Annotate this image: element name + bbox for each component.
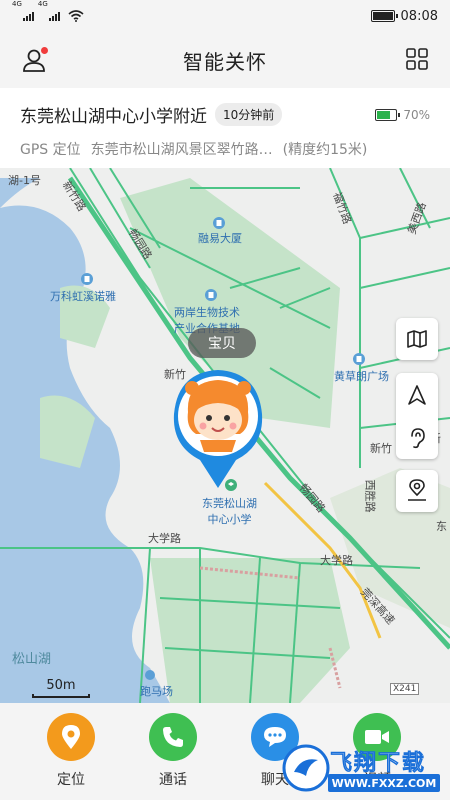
location-info-card: 东莞松山湖中心小学附近 10分钟前 70% GPS 定位 东莞市松山湖风景区翠竹…: [0, 88, 450, 168]
wifi-icon: [68, 10, 84, 22]
tab-call[interactable]: 通话: [143, 713, 203, 789]
map-label: 湖-1号: [8, 174, 41, 187]
poi-huangcao: 黄草朗广场: [334, 353, 389, 384]
building-icon: [81, 273, 93, 285]
poi-label: 黄草朗广场: [334, 370, 389, 383]
call-button[interactable]: [149, 713, 197, 761]
locate-button[interactable]: [47, 713, 95, 761]
child-location-marker[interactable]: [170, 368, 266, 490]
lake-label: 松山湖: [12, 652, 52, 667]
baby-name-tag[interactable]: 宝贝: [188, 328, 256, 358]
map-view[interactable]: 湖-1号 新竹路 畅园路 福竹路 美西路 融易大厦 万科虹溪诺雅 两岸生物技术 …: [0, 168, 450, 703]
notification-dot: [41, 47, 48, 54]
poi-school: 东莞松山湖 中心小学: [202, 479, 257, 527]
poi-racecourse: 跑马场: [140, 670, 173, 699]
watermark-url: WWW.FXXZ.COM: [328, 774, 440, 792]
watermark-logo-icon: [282, 744, 330, 792]
battery-icon: [370, 10, 398, 22]
building-icon: [213, 217, 225, 229]
location-icon: [62, 725, 80, 749]
tab-locate[interactable]: 定位: [41, 713, 101, 789]
navigate-button[interactable]: [396, 373, 438, 416]
location-accuracy: (精度约15米): [282, 142, 368, 158]
watermark: 飞翔下载 WWW.FXXZ.COM: [282, 742, 444, 796]
watermark-text: 飞翔下载: [330, 751, 427, 777]
battery-percent: 70%: [403, 107, 430, 122]
road-label: 大学路: [320, 554, 353, 567]
poi-label: 中心小学: [207, 513, 252, 526]
time-ago-badge: 10分钟前: [215, 103, 283, 126]
status-bar: 4G 4G 08:08: [0, 0, 450, 32]
scale-bar: [32, 694, 90, 698]
map-scale: 50m: [32, 678, 90, 698]
navigation-arrow-icon: [408, 384, 426, 405]
signal-icon: [48, 11, 60, 21]
building-icon: [353, 353, 365, 365]
phone-icon: [163, 727, 183, 747]
road-label: 新竹: [370, 442, 392, 455]
apps-menu-button[interactable]: [406, 48, 428, 70]
network-type-1: 4G: [12, 0, 22, 8]
landmark-icon: [145, 670, 155, 680]
location-name: 东莞松山湖中心小学附近: [20, 107, 207, 127]
location-source: GPS 定位: [20, 142, 81, 158]
app-header: 智能关怀: [0, 32, 450, 88]
profile-button[interactable]: [20, 46, 50, 76]
poi-wanke: 万科虹溪诺雅: [50, 273, 116, 304]
signal-icon: [22, 11, 34, 21]
poi-label: 万科虹溪诺雅: [50, 290, 116, 303]
poi-label: 东莞松山湖: [202, 497, 257, 510]
map-tools-group: [396, 373, 438, 459]
location-address: 东莞市松山湖风景区翠竹路…: [90, 142, 273, 158]
child-avatar-pin-icon: [173, 370, 263, 488]
app-screen: 4G 4G 08:08 智能关怀 东莞松山湖中心小学附近 10分钟前 70% G…: [0, 0, 450, 800]
scale-label: 50m: [46, 678, 76, 693]
road-label: 大学路: [148, 532, 181, 545]
poi-label: 跑马场: [140, 685, 173, 698]
network-type-2: 4G: [37, 0, 48, 8]
geofence-button[interactable]: [396, 470, 438, 512]
ear-icon: [411, 427, 425, 448]
grid-icon: [406, 48, 428, 70]
tab-label: 定位: [57, 772, 85, 788]
map-layer-button[interactable]: [396, 318, 438, 360]
listen-button[interactable]: [396, 416, 438, 459]
poi-rongyi: 融易大厦: [198, 217, 242, 246]
poi-label: 两岸生物技术: [174, 306, 240, 319]
poi-label: 融易大厦: [198, 232, 242, 245]
road-label: 东: [436, 520, 447, 533]
road-label: 西胜路: [363, 479, 377, 513]
device-battery: 70%: [375, 108, 430, 122]
status-time: 08:08: [400, 8, 438, 24]
tab-label: 通话: [159, 772, 187, 788]
location-pin-icon: [408, 479, 426, 501]
battery-icon: [375, 108, 401, 121]
road-label: X241: [390, 683, 420, 695]
map-icon: [407, 330, 427, 348]
building-icon: [205, 289, 217, 301]
page-title: 智能关怀: [183, 49, 267, 74]
